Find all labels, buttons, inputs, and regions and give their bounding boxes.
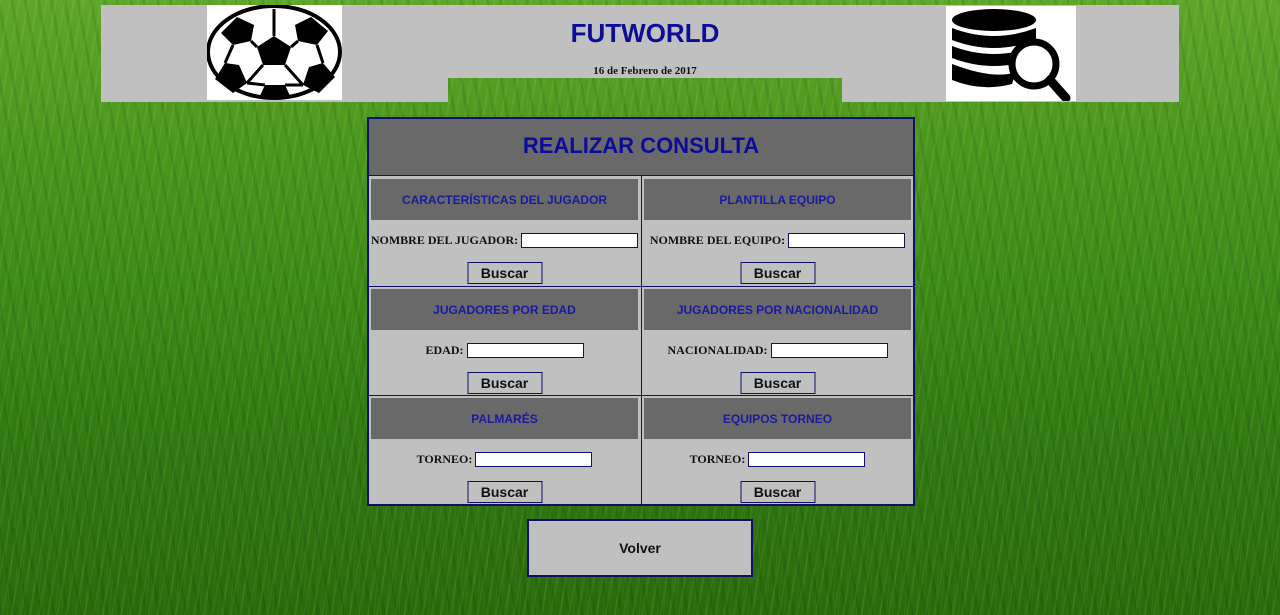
section-players-by-nationality: JUGADORES POR NACIONALIDAD NACIONALIDAD:…	[642, 287, 913, 395]
back-button[interactable]: Volver	[527, 519, 753, 577]
section-heading: JUGADORES POR NACIONALIDAD	[644, 289, 911, 330]
field-label: NOMBRE DEL JUGADOR:	[370, 233, 519, 247]
field-label: TORNEO:	[416, 452, 473, 466]
age-input[interactable]	[466, 343, 584, 358]
section-heading: PLANTILLA EQUIPO	[644, 179, 911, 220]
section-players-by-age: JUGADORES POR EDAD EDAD: Buscar	[369, 287, 640, 395]
section-tournament-teams: EQUIPOS TORNEO TORNEO: Buscar	[642, 396, 913, 504]
tournament-input[interactable]	[748, 452, 866, 467]
field-label: NACIONALIDAD:	[667, 343, 768, 357]
field-row: EDAD:	[369, 343, 640, 358]
field-label: NOMBRE DEL EQUIPO:	[649, 233, 786, 247]
field-row: NACIONALIDAD:	[642, 343, 913, 358]
section-honours: PALMARÉS TORNEO: Buscar	[369, 396, 640, 504]
field-label: EDAD:	[425, 343, 464, 357]
search-tournament-teams-button[interactable]: Buscar	[740, 481, 815, 503]
field-row: NOMBRE DEL JUGADOR:	[369, 233, 640, 248]
field-row: TORNEO:	[369, 452, 640, 467]
field-row: TORNEO:	[642, 452, 913, 467]
panel-title: REALIZAR CONSULTA	[522, 133, 760, 158]
section-player-characteristics: CARACTERÍSTICAS DEL JUGADOR NOMBRE DEL J…	[369, 177, 640, 285]
team-name-input[interactable]	[788, 233, 906, 248]
section-heading: PALMARÉS	[371, 398, 638, 439]
site-title: FUTWORLD	[570, 18, 720, 48]
search-honours-button[interactable]: Buscar	[467, 481, 542, 503]
honours-tournament-input[interactable]	[475, 452, 593, 467]
search-nationality-button[interactable]: Buscar	[740, 372, 815, 394]
search-player-button[interactable]: Buscar	[467, 262, 542, 284]
panel-header: REALIZAR CONSULTA	[369, 119, 913, 176]
search-team-button[interactable]: Buscar	[740, 262, 815, 284]
field-label: TORNEO:	[689, 452, 746, 466]
header-date: 16 de Febrero de 2017	[593, 65, 697, 77]
search-age-button[interactable]: Buscar	[467, 372, 542, 394]
nationality-input[interactable]	[770, 343, 888, 358]
database-search-icon	[946, 6, 1076, 103]
soccer-ball-icon	[206, 4, 342, 100]
section-team-roster: PLANTILLA EQUIPO NOMBRE DEL EQUIPO: Busc…	[642, 177, 913, 285]
section-heading: EQUIPOS TORNEO	[644, 398, 911, 439]
query-panel: REALIZAR CONSULTA CARACTERÍSTICAS DEL JU…	[367, 117, 915, 506]
player-name-input[interactable]	[521, 233, 639, 248]
section-heading: CARACTERÍSTICAS DEL JUGADOR	[371, 179, 638, 220]
field-row: NOMBRE DEL EQUIPO:	[642, 233, 913, 248]
section-heading: JUGADORES POR EDAD	[371, 289, 638, 330]
